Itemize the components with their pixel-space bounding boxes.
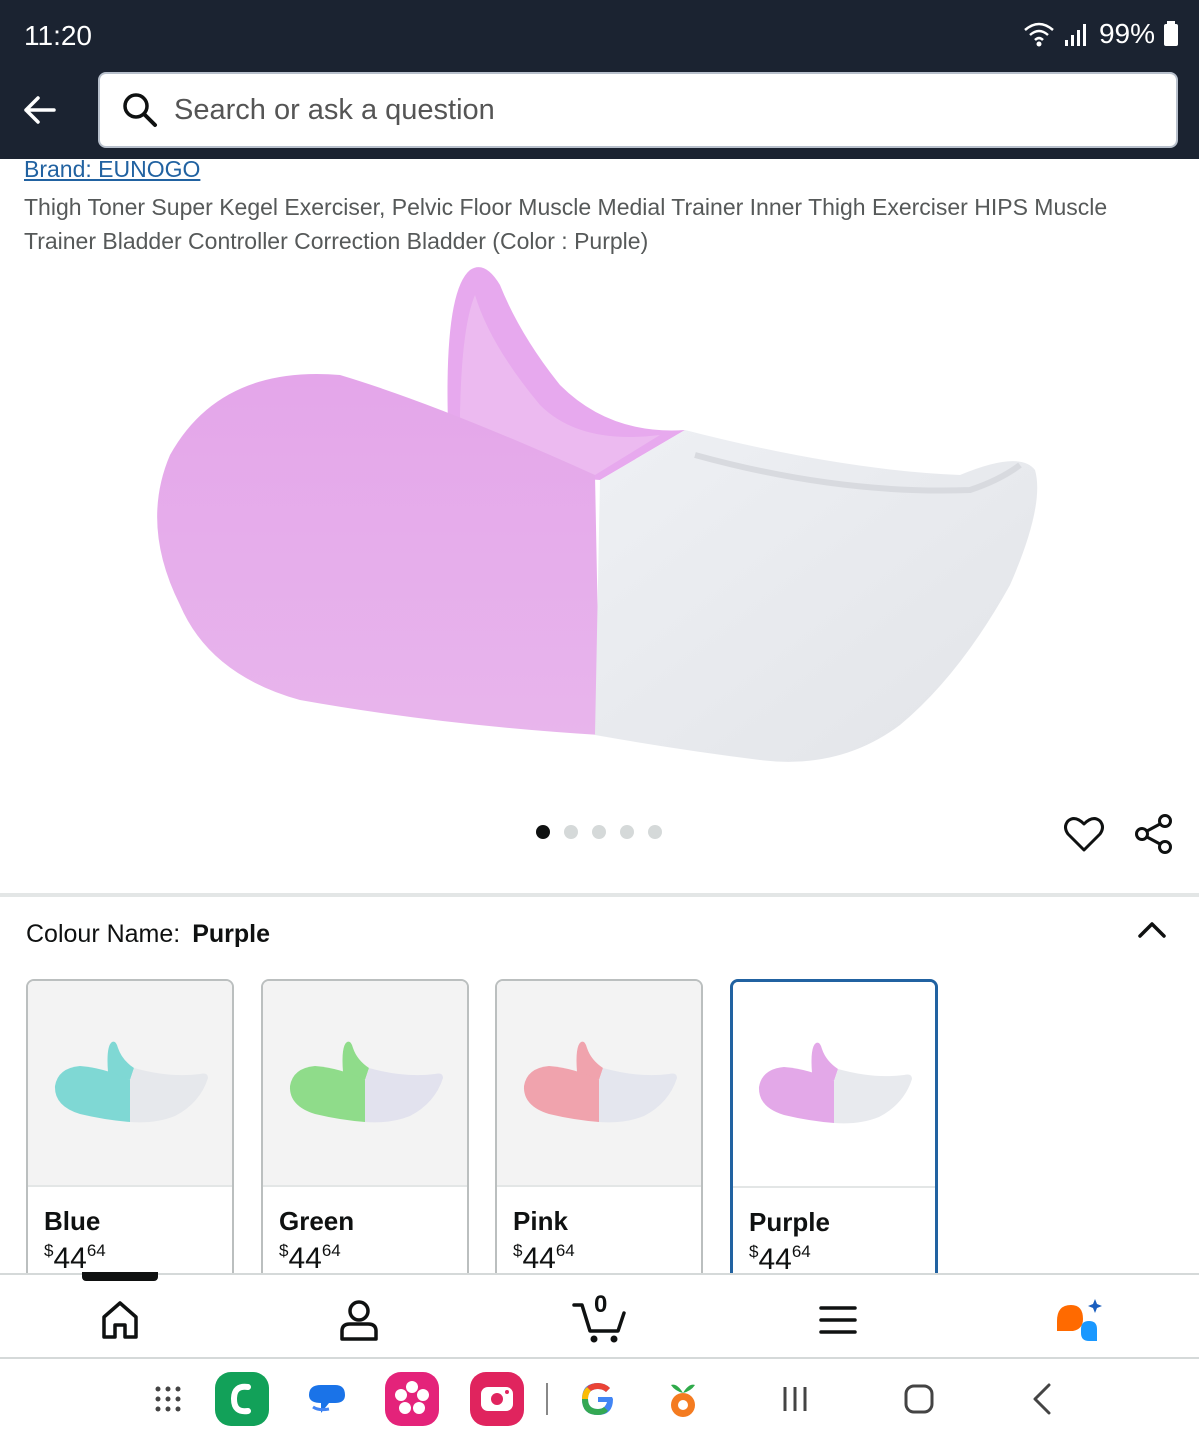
system-nav-bar [0, 1359, 1199, 1440]
phone-app-icon[interactable] [214, 1371, 270, 1427]
recents-icon[interactable] [767, 1371, 823, 1427]
home-icon[interactable] [95, 1295, 145, 1345]
carousel-dot[interactable] [648, 825, 662, 839]
dock-divider [546, 1383, 548, 1415]
share-icon[interactable] [1132, 812, 1176, 856]
search-header [0, 72, 1199, 159]
search-input[interactable] [174, 93, 1074, 127]
wifi-icon [1024, 22, 1054, 47]
swatch-price: $4464 [44, 1241, 106, 1274]
status-time: 11:20 [24, 20, 92, 51]
google-app-icon[interactable] [570, 1371, 626, 1427]
back-button-icon[interactable] [1015, 1371, 1071, 1427]
swatch-price: $4464 [279, 1241, 341, 1274]
messages-app-icon[interactable] [299, 1371, 355, 1427]
swatch-price: $4464 [513, 1241, 575, 1274]
search-box[interactable] [98, 72, 1178, 148]
search-icon [123, 93, 157, 127]
chevron-up-icon[interactable] [1134, 912, 1170, 948]
carousel-dot[interactable] [620, 825, 634, 839]
back-arrow-icon[interactable] [18, 88, 62, 132]
swatch-image [497, 981, 701, 1187]
heart-icon[interactable] [1062, 812, 1106, 856]
swatch-name: Blue [44, 1206, 101, 1236]
camera-app-icon[interactable] [469, 1371, 525, 1427]
swatch-purple[interactable]: Purple $4464 [730, 979, 938, 1274]
bottom-nav: 0 [0, 1273, 1199, 1359]
swatch-name: Pink [513, 1206, 568, 1236]
swatch-price: $4464 [749, 1242, 811, 1274]
swatch-image [28, 981, 232, 1187]
flower-app-icon[interactable] [384, 1371, 440, 1427]
swatch-image [263, 981, 467, 1187]
cart-button[interactable]: 0 [572, 1291, 628, 1345]
product-title: Thigh Toner Super Kegel Exerciser, Pelvi… [24, 194, 1108, 254]
brand-link[interactable]: Brand: EUNOGO [24, 156, 200, 183]
status-icons: 99% [1023, 18, 1179, 50]
colour-label: Colour Name: Purple [26, 920, 270, 949]
carousel-dot[interactable] [536, 825, 550, 839]
product-image[interactable] [140, 255, 1060, 785]
battery-icon [1164, 21, 1178, 46]
carousel-dot[interactable] [564, 825, 578, 839]
rufus-icon[interactable] [1053, 1295, 1103, 1345]
image-carousel-dots [536, 825, 662, 839]
fruit-app-icon[interactable] [655, 1371, 711, 1427]
colour-label-text: Colour Name: [26, 920, 181, 948]
colour-swatches: Blue $4464 Green $4464 Pink $4464 Purple… [26, 979, 1199, 1274]
account-icon[interactable] [334, 1295, 384, 1345]
swatch-pink[interactable]: Pink $4464 [495, 979, 703, 1274]
cart-count: 0 [594, 1291, 608, 1318]
signal-icon [1064, 24, 1086, 46]
menu-icon[interactable] [813, 1295, 863, 1345]
swatch-name: Green [279, 1206, 355, 1236]
swatch-green[interactable]: Green $4464 [261, 979, 469, 1274]
colour-selected-value: Purple [192, 920, 271, 948]
app-drawer-icon[interactable] [140, 1371, 196, 1427]
battery-percent: 99% [1098, 18, 1155, 49]
section-divider [0, 893, 1199, 897]
scroll-indicator [82, 1272, 158, 1281]
home-button-icon[interactable] [891, 1371, 947, 1427]
carousel-dot[interactable] [592, 825, 606, 839]
swatch-blue[interactable]: Blue $4464 [26, 979, 234, 1274]
swatch-name: Purple [749, 1207, 830, 1237]
status-bar: 11:20 99% [0, 0, 1199, 72]
swatch-image [733, 982, 935, 1188]
